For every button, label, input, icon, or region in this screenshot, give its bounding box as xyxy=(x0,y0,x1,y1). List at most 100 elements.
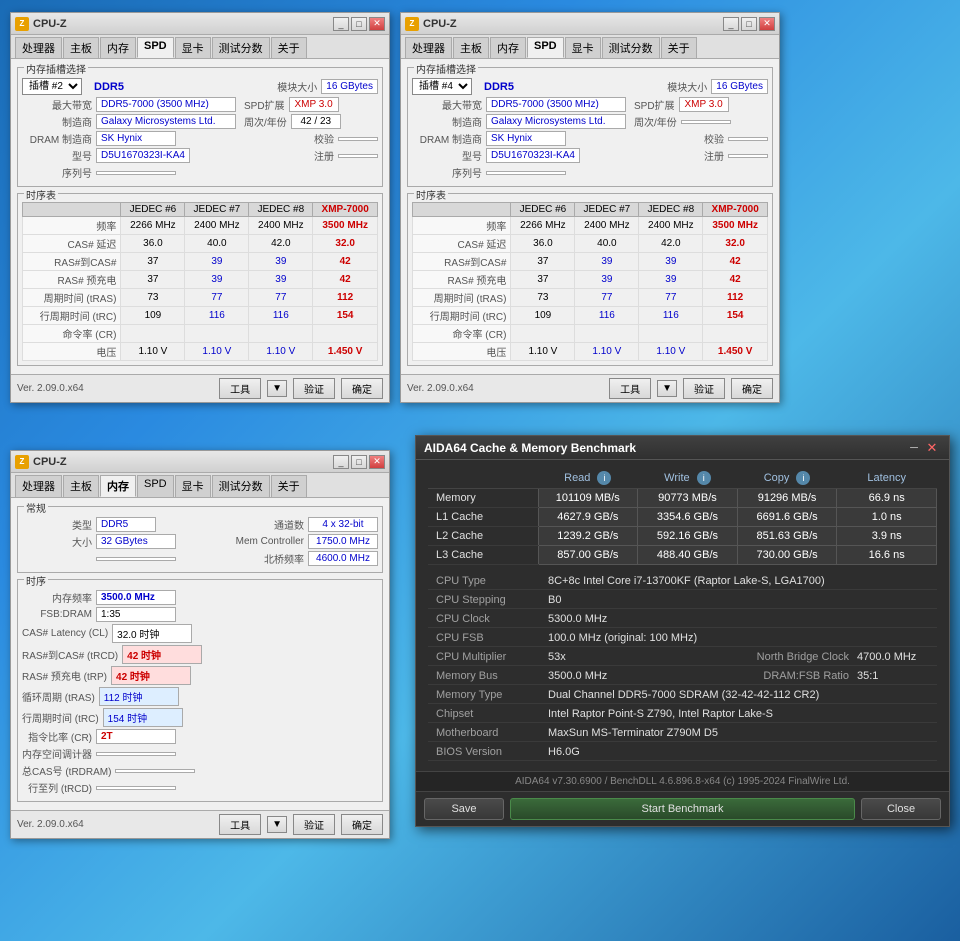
unused3-val-3 xyxy=(96,786,176,790)
unused3-row-3: 行至列 (tRCD) xyxy=(22,780,378,795)
tab-memory-1[interactable]: 内存 xyxy=(100,37,136,58)
memory-result-row: Memory 101109 MB/s 90773 MB/s 91296 MB/s… xyxy=(428,489,937,508)
freq-j7-1: 2400 MHz xyxy=(185,217,249,235)
tab-processor-2[interactable]: 处理器 xyxy=(405,37,452,58)
tools-btn-2[interactable]: 工具 xyxy=(609,378,651,399)
tab-processor-1[interactable]: 处理器 xyxy=(15,37,62,58)
benchmark-table: Read i Write i Copy i Latency xyxy=(428,468,937,565)
aida-save-btn[interactable]: Save xyxy=(424,798,504,820)
tab-processor-3[interactable]: 处理器 xyxy=(15,475,62,497)
tools-dropdown-2[interactable]: ▼ xyxy=(657,380,677,397)
bandwidth-val-1: DDR5-7000 (3500 MHz) xyxy=(96,97,236,112)
spd-content-1: 内存插槽选择 插槽 #2 DDR5 模块大小 16 GBytes 最大带宽 DD… xyxy=(11,59,389,374)
maximize-btn-1[interactable]: □ xyxy=(351,17,367,31)
model-val-1: D5U1670323I-KA4 xyxy=(96,148,190,163)
maximize-btn-3[interactable]: □ xyxy=(351,455,367,469)
mc-label-3: Mem Controller xyxy=(236,536,304,547)
mem-latency-val: 66.9 ns xyxy=(837,489,937,508)
maximize-btn-2[interactable]: □ xyxy=(741,17,757,31)
copy-info-icon[interactable]: i xyxy=(796,471,810,485)
size-val-3: 32 GBytes xyxy=(96,534,176,549)
cycle-j6-1: 73 xyxy=(121,289,185,307)
ok-btn-3[interactable]: 确定 xyxy=(341,814,383,835)
aida-benchmark-btn[interactable]: Start Benchmark xyxy=(510,798,855,820)
aida-minimize-btn[interactable]: ─ xyxy=(905,440,923,456)
tab-mainboard-2[interactable]: 主板 xyxy=(453,37,489,58)
slot-group-label-1: 内存插槽选择 xyxy=(24,61,88,76)
freq-j6-1: 2266 MHz xyxy=(121,217,185,235)
tab-spd-3[interactable]: SPD xyxy=(137,475,174,497)
rascas-j7-2: 39 xyxy=(575,253,639,271)
verify-btn-3[interactable]: 验证 xyxy=(293,814,335,835)
tab-memory-2[interactable]: 内存 xyxy=(490,37,526,58)
l2-latency-val: 3.9 ns xyxy=(837,527,937,546)
tab-about-2[interactable]: 关于 xyxy=(661,37,697,58)
read-info-icon[interactable]: i xyxy=(597,471,611,485)
tab-about-1[interactable]: 关于 xyxy=(271,37,307,58)
timing-label-3: 时序 xyxy=(24,573,48,588)
cr3-label-3: 指令比率 (CR) xyxy=(22,729,92,744)
th-copy: Copy i xyxy=(737,468,837,489)
model-label-1: 型号 xyxy=(22,148,92,163)
tab-about-3[interactable]: 关于 xyxy=(271,475,307,497)
tab-bench-2[interactable]: 测试分数 xyxy=(602,37,660,58)
spd-ext-label-2: SPD扩展 xyxy=(634,97,675,112)
weeks-label-1: 周次/年份 xyxy=(244,114,287,129)
mem-type-val: Dual Channel DDR5-7000 SDRAM (32-42-42-1… xyxy=(548,689,937,701)
tab-gpu-2[interactable]: 显卡 xyxy=(565,37,601,58)
tab-mainboard-3[interactable]: 主板 xyxy=(63,475,99,497)
tab-spd-1[interactable]: SPD xyxy=(137,37,174,58)
aida-close-btn[interactable]: ✕ xyxy=(923,440,941,456)
close-btn-2[interactable]: ✕ xyxy=(759,17,775,31)
l2-row-label: L2 Cache xyxy=(428,527,538,546)
memfreq-val-3: 3500.0 MHz xyxy=(96,590,176,605)
module-size-label-2: 模块大小 xyxy=(667,79,707,94)
close-btn-3[interactable]: ✕ xyxy=(369,455,385,469)
chipset-label: Chipset xyxy=(428,708,548,720)
verify-val-1 xyxy=(338,137,378,141)
tools-dropdown-1[interactable]: ▼ xyxy=(267,380,287,397)
slot-select-1[interactable]: 插槽 #2 xyxy=(22,78,82,95)
tab-memory-3[interactable]: 内存 xyxy=(100,475,136,497)
copy-label: Copy xyxy=(764,472,790,484)
freq-xmp-2: 3500 MHz xyxy=(703,217,768,235)
tools-btn-1[interactable]: 工具 xyxy=(219,378,261,399)
verify-btn-1[interactable]: 验证 xyxy=(293,378,335,399)
cpu-clock-label: CPU Clock xyxy=(428,613,548,625)
write-info-icon[interactable]: i xyxy=(697,471,711,485)
close-btn-1[interactable]: ✕ xyxy=(369,17,385,31)
rascas-row-2: RAS#到CAS# 37 39 39 42 xyxy=(413,253,768,271)
tab-bench-1[interactable]: 测试分数 xyxy=(212,37,270,58)
dram-fsb-val: 35:1 xyxy=(857,670,937,682)
mem-type-row: Memory Type Dual Channel DDR5-7000 SDRAM… xyxy=(428,687,937,704)
voltage-xmp-1: 1.450 V xyxy=(313,343,378,361)
cas-label-cell-1: CAS# 延迟 xyxy=(23,235,121,253)
model-val-2: D5U1670323I-KA4 xyxy=(486,148,580,163)
cpuz-window-1: Z CPU-Z _ □ ✕ 处理器 主板 内存 SPD 显卡 测试分数 关于 内… xyxy=(10,12,390,403)
window-controls-2: _ □ ✕ xyxy=(723,17,775,31)
ok-btn-1[interactable]: 确定 xyxy=(341,378,383,399)
th-empty xyxy=(428,468,538,489)
tab-bench-3[interactable]: 测试分数 xyxy=(212,475,270,497)
bios-label: BIOS Version xyxy=(428,746,548,758)
window-title-2: CPU-Z xyxy=(423,18,723,30)
slot-select-2[interactable]: 插槽 #4 xyxy=(412,78,472,95)
minimize-btn-1[interactable]: _ xyxy=(333,17,349,31)
tools-btn-3[interactable]: 工具 xyxy=(219,814,261,835)
raspc-label-cell-1: RAS# 预充电 xyxy=(23,271,121,289)
aida-titlebar: AIDA64 Cache & Memory Benchmark ─ ✕ xyxy=(416,436,949,460)
aida-close-window-btn[interactable]: Close xyxy=(861,798,941,820)
minimize-btn-2[interactable]: _ xyxy=(723,17,739,31)
mem-copy-val: 91296 MB/s xyxy=(737,489,837,508)
tab-mainboard-1[interactable]: 主板 xyxy=(63,37,99,58)
nbf-label-3: 北桥频率 xyxy=(264,551,304,566)
mem-bus-row: Memory Bus 3500.0 MHz DRAM:FSB Ratio 35:… xyxy=(428,668,937,685)
tab-gpu-3[interactable]: 显卡 xyxy=(175,475,211,497)
tab-gpu-1[interactable]: 显卡 xyxy=(175,37,211,58)
verify-btn-2[interactable]: 验证 xyxy=(683,378,725,399)
ok-btn-2[interactable]: 确定 xyxy=(731,378,773,399)
minimize-btn-3[interactable]: _ xyxy=(333,455,349,469)
tools-dropdown-3[interactable]: ▼ xyxy=(267,816,287,833)
freq-j8-1: 2400 MHz xyxy=(249,217,313,235)
tab-spd-2[interactable]: SPD xyxy=(527,37,564,58)
